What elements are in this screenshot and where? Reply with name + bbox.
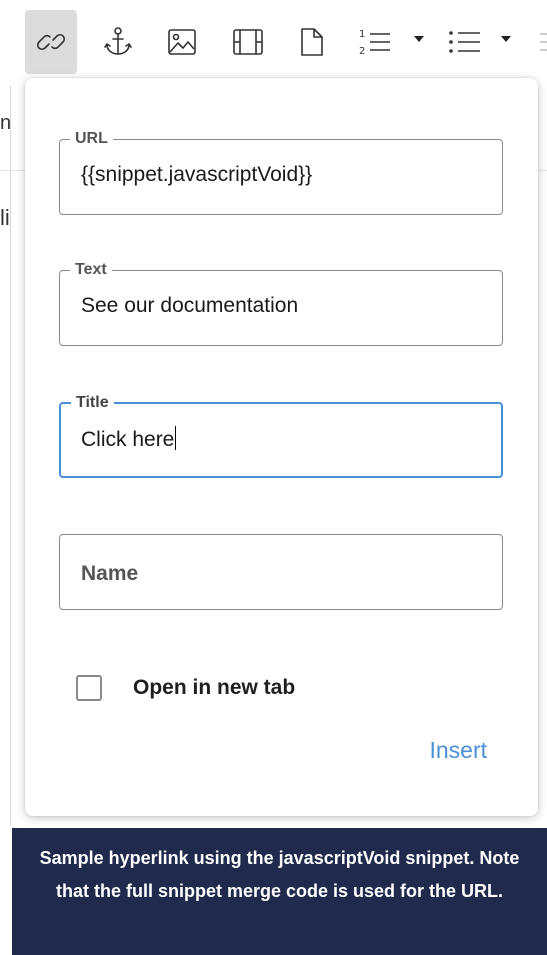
name-field[interactable]: Name	[59, 534, 503, 610]
url-label: URL	[70, 130, 113, 148]
text-label: Text	[70, 261, 112, 279]
link-dialog: URL {{snippet.javascriptVoid}} Text See …	[25, 78, 538, 816]
open-new-tab-label[interactable]: Open in new tab	[133, 676, 295, 700]
open-new-tab-checkbox[interactable]	[76, 675, 102, 701]
title-input[interactable]: Click here	[81, 426, 177, 452]
insert-file-button[interactable]	[286, 10, 338, 74]
insert-video-button[interactable]	[222, 10, 274, 74]
caption-text: Sample hyperlink using the javascriptVoi…	[39, 848, 520, 901]
insert-link-button[interactable]	[25, 10, 77, 74]
editor-toolbar: 1 2	[0, 0, 547, 86]
text-cursor	[175, 426, 177, 450]
video-icon	[233, 29, 263, 55]
name-input[interactable]: Name	[81, 562, 138, 586]
file-icon	[301, 28, 323, 56]
insert-anchor-button[interactable]	[92, 10, 144, 74]
editor-border	[10, 86, 11, 826]
svg-text:2: 2	[359, 46, 365, 56]
title-label: Title	[71, 394, 114, 412]
bulleted-list-button[interactable]	[440, 10, 490, 74]
anchor-icon	[104, 27, 132, 55]
svg-text:1: 1	[359, 29, 365, 40]
title-input-text: Click here	[81, 428, 175, 451]
image-icon	[168, 29, 196, 55]
text-field[interactable]: Text See our documentation	[59, 261, 503, 346]
url-field[interactable]: URL {{snippet.javascriptVoid}}	[59, 130, 503, 215]
text-input[interactable]: See our documentation	[81, 294, 298, 318]
link-icon	[36, 33, 66, 51]
url-input[interactable]: {{snippet.javascriptVoid}}	[81, 163, 312, 187]
caption-banner: Sample hyperlink using the javascriptVoi…	[12, 828, 547, 955]
insert-image-button[interactable]	[156, 10, 208, 74]
editor-text-fragment: li	[0, 205, 10, 230]
numbered-list-button[interactable]: 1 2	[350, 10, 400, 74]
title-field[interactable]: Title Click here	[59, 394, 503, 478]
numbered-list-icon: 1 2	[359, 29, 390, 56]
numbered-list-dropdown-icon[interactable]	[414, 36, 424, 42]
more-tools-icon[interactable]	[532, 30, 547, 54]
editor-text-fragment: n	[0, 112, 12, 134]
bulleted-list-icon	[449, 31, 480, 53]
bulleted-list-dropdown-icon[interactable]	[501, 36, 511, 42]
insert-button[interactable]: Insert	[429, 737, 487, 764]
